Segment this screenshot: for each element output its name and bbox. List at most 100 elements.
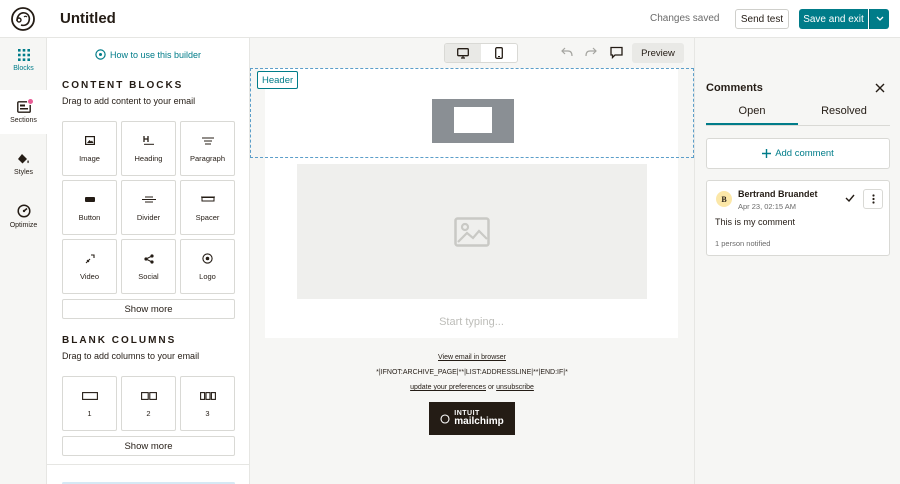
one-column-icon	[81, 391, 98, 400]
save-status: Changes saved	[650, 13, 720, 24]
block-logo[interactable]: Logo	[180, 239, 235, 294]
share-icon	[143, 253, 154, 264]
block-paragraph[interactable]: Paragraph	[180, 121, 235, 176]
notification-badge	[27, 98, 34, 105]
columns-show-more-button[interactable]: Show more	[62, 436, 235, 456]
panel-divider	[47, 464, 250, 465]
redo-icon[interactable]	[585, 47, 597, 57]
image-placeholder-icon	[454, 216, 490, 247]
tab-resolved[interactable]: Resolved	[798, 102, 890, 125]
spacer-icon	[200, 196, 215, 202]
device-toggle	[444, 43, 518, 63]
footer-merge-tags: *|IFNOT:ARCHIVE_PAGE|**|LIST:ADDRESSLINE…	[376, 369, 568, 376]
columns-1-block[interactable]: 1	[62, 376, 117, 431]
desktop-view-button[interactable]	[445, 44, 481, 62]
button-icon	[84, 197, 95, 202]
block-image[interactable]: Image	[62, 121, 117, 176]
mailchimp-badge-icon	[440, 413, 450, 424]
update-preferences-link[interactable]: update your preferences	[410, 384, 486, 391]
footer-view-in-browser: View email in browser	[250, 354, 694, 361]
divider-icon	[141, 196, 156, 203]
brand-wordmark: INTUIT mailchimp	[454, 410, 504, 427]
top-bar: Untitled Changes saved Send test Save an…	[0, 0, 900, 38]
avatar: B	[716, 191, 732, 207]
image-placeholder[interactable]	[297, 164, 647, 299]
how-to-link[interactable]: How to use this builder	[95, 49, 201, 60]
gauge-icon	[16, 203, 31, 218]
two-column-icon	[140, 391, 157, 400]
rail-item-sections[interactable]: Sections	[0, 90, 47, 134]
image-icon	[84, 136, 95, 145]
save-options-button[interactable]	[869, 9, 889, 29]
comment-more-button[interactable]	[863, 189, 883, 209]
content-show-more-button[interactable]: Show more	[62, 299, 235, 319]
rail-item-blocks[interactable]: Blocks	[0, 38, 47, 82]
block-video[interactable]: Video	[62, 239, 117, 294]
view-in-browser-link[interactable]: View email in browser	[438, 354, 506, 361]
block-heading[interactable]: Heading	[121, 121, 176, 176]
mobile-view-button[interactable]	[481, 44, 517, 62]
rail-item-styles[interactable]: Styles	[0, 142, 47, 186]
blank-columns-subtitle: Drag to add columns to your email	[62, 351, 200, 361]
video-icon	[85, 253, 95, 263]
chevron-down-icon	[876, 16, 883, 21]
rail-label: Optimize	[9, 221, 38, 229]
header-image[interactable]	[432, 99, 514, 143]
footer-or-text: or	[487, 384, 495, 391]
content-blocks-title: CONTENT BLOCKS	[62, 80, 184, 91]
preview-button[interactable]: Preview	[632, 43, 684, 63]
unsubscribe-link[interactable]: unsubscribe	[496, 384, 534, 391]
header-image-inner	[454, 107, 492, 133]
left-rail: Blocks Sections Styles Optimize	[0, 38, 47, 484]
columns-2-block[interactable]: 2	[121, 376, 176, 431]
comment-icon[interactable]	[610, 46, 623, 59]
close-icon[interactable]	[875, 83, 885, 93]
comments-title: Comments	[706, 82, 763, 94]
send-test-button[interactable]: Send test	[735, 9, 789, 29]
header-section-label[interactable]: Header	[257, 71, 299, 89]
help-icon	[95, 49, 106, 60]
blank-columns-grid: 1 2 3	[62, 376, 235, 431]
header-section[interactable]: Header	[250, 68, 694, 158]
canvas-toolbar: Preview	[250, 38, 694, 68]
comment-card[interactable]: B Bertrand Bruandet Apr 23, 02:15 AM Thi…	[706, 180, 890, 256]
save-and-exit-button[interactable]: Save and exit	[799, 9, 868, 29]
rail-label: Sections	[10, 116, 37, 124]
rail-item-optimize[interactable]: Optimize	[0, 194, 47, 238]
block-divider[interactable]: Divider	[121, 180, 176, 235]
logo-icon	[202, 253, 213, 264]
undo-icon[interactable]	[561, 47, 573, 57]
intuit-mailchimp-badge: INTUIT mailchimp	[429, 402, 515, 435]
columns-3-block[interactable]: 3	[180, 376, 235, 431]
paragraph-icon	[201, 136, 214, 145]
email-canvas: Start typing... Header View email in bro…	[250, 68, 694, 484]
comments-panel: Comments Open Resolved Add comment B Ber…	[694, 38, 900, 484]
page-title[interactable]: Untitled	[60, 10, 116, 27]
add-comment-button[interactable]: Add comment	[706, 138, 890, 169]
resolve-check-icon[interactable]	[845, 194, 855, 202]
three-column-icon	[199, 391, 216, 400]
comment-date: Apr 23, 02:15 AM	[738, 202, 796, 211]
comments-tabs: Open Resolved	[706, 102, 890, 126]
footer-preferences: update your preferences or unsubscribe	[250, 384, 694, 391]
comment-body: This is my comment	[715, 217, 796, 227]
mobile-icon	[495, 47, 503, 59]
comment-author: Bertrand Bruandet	[738, 189, 818, 199]
heading-icon	[142, 136, 154, 145]
grid-icon	[17, 48, 30, 61]
block-button[interactable]: Button	[62, 180, 117, 235]
tab-open[interactable]: Open	[706, 102, 798, 125]
rail-label: Styles	[13, 168, 34, 176]
blocks-panel: How to use this builder CONTENT BLOCKS D…	[47, 38, 250, 484]
how-to-label: How to use this builder	[110, 49, 202, 60]
block-social[interactable]: Social	[121, 239, 176, 294]
text-block-placeholder[interactable]: Start typing...	[265, 316, 678, 328]
plus-icon	[762, 149, 772, 158]
more-vertical-icon	[871, 194, 875, 204]
content-blocks-grid: Image Heading Paragraph Button Divider S…	[62, 121, 235, 294]
rail-label: Blocks	[13, 64, 34, 72]
block-spacer[interactable]: Spacer	[180, 180, 235, 235]
blank-columns-title: BLANK COLUMNS	[62, 335, 177, 346]
mailchimp-logo-icon[interactable]	[10, 6, 36, 32]
desktop-icon	[457, 47, 469, 59]
